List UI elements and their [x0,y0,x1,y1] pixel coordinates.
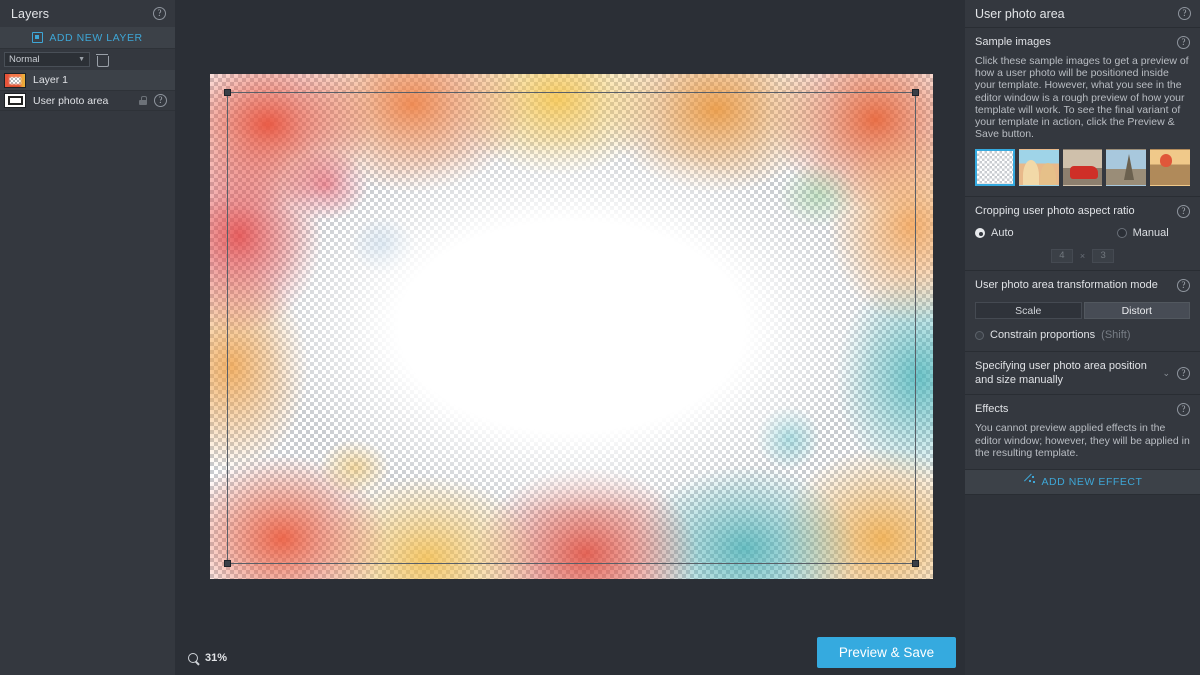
mode-button-scale[interactable]: Scale [975,302,1082,320]
help-icon[interactable]: ? [1177,204,1190,218]
help-icon[interactable]: ? [1178,7,1191,20]
add-new-layer-label: ADD NEW LAYER [49,31,143,44]
section-cropping-aspect-ratio: Cropping user photo aspect ratio ? Auto … [965,196,1200,271]
radio-auto[interactable] [975,228,985,239]
add-new-effect-button[interactable]: ADD NEW EFFECT [965,469,1200,495]
section-header: Sample images ? [975,35,1190,49]
artboard[interactable] [210,74,933,579]
layer-thumbnail [4,93,26,108]
add-layer-icon [32,32,44,43]
layer-row-user-photo-area[interactable]: User photo area ? [0,90,175,110]
section-sample-images: Sample images ? Click these sample image… [965,27,1200,197]
app-root: Layers ? ADD NEW LAYER Normal ▼ Layer 1 … [0,0,1200,675]
layer-thumbnail [4,72,26,88]
effects-description: You cannot preview applied effects in th… [975,422,1190,459]
mode-button-distort[interactable]: Distort [1083,302,1190,320]
sample-thumb-transparent[interactable] [975,149,1015,187]
ratio-separator: × [1079,251,1086,262]
properties-panel-title: User photo area [975,6,1065,21]
properties-panel: User photo area ? Sample images ? Click … [965,0,1200,675]
section-effects: Effects ? You cannot preview applied eff… [965,394,1200,470]
sample-image-thumbnails [975,149,1190,187]
section-manual-position[interactable]: Specifying user photo area position and … [965,351,1200,395]
transformation-mode-toggle: Scale Distort [975,302,1190,320]
layer-name: User photo area [33,94,109,107]
layer-list: Layer 1 User photo area ? [0,70,175,111]
chevron-down-icon: ▼ [78,56,85,63]
constrain-proportions-checkbox[interactable]: Constrain proportions (Shift) [975,329,1190,341]
radio-manual-label: Manual [1132,227,1169,240]
checkbox-indicator[interactable] [975,330,984,340]
constrain-proportions-hint: (Shift) [1101,329,1131,342]
aspect-ratio-radio-group: Auto Manual [975,227,1190,239]
add-new-effect-label: ADD NEW EFFECT [1041,476,1143,489]
help-icon[interactable]: ? [153,7,166,20]
zoom-indicator[interactable]: 31% [188,652,227,664]
radio-option-auto[interactable]: Auto [975,227,1014,239]
zoom-level-label: 31% [205,652,228,664]
magnifier-icon [188,652,199,664]
layer-row-layer-1[interactable]: Layer 1 [0,70,175,90]
section-header: User photo area transformation mode ? [975,278,1190,292]
section-title: User photo area transformation mode [975,279,1158,292]
help-icon[interactable]: ? [1177,278,1190,292]
sample-thumb-red-car[interactable] [1062,149,1103,187]
section-title: Effects [975,403,1009,416]
blend-mode-row: Normal ▼ [0,49,175,70]
lock-icon[interactable] [139,96,147,105]
help-icon[interactable]: ? [1177,35,1190,49]
radio-manual[interactable] [1116,228,1127,239]
layers-panel-empty-space [0,111,175,675]
properties-panel-empty-space [965,494,1200,675]
section-title: Specifying user photo area position and … [975,360,1147,387]
preview-and-save-button[interactable]: Preview & Save [817,637,956,668]
help-icon[interactable]: ? [154,94,167,107]
radio-auto-label: Auto [991,227,1014,240]
watercolor-frame-artwork [210,74,933,579]
properties-panel-header: User photo area ? [965,0,1200,27]
chevron-down-icon[interactable]: ⌄ [1162,368,1170,378]
magic-wand-icon [1022,476,1035,488]
constrain-proportions-label: Constrain proportions [990,329,1096,342]
sample-thumb-eiffel-tower[interactable] [1106,149,1147,187]
help-icon[interactable]: ? [1177,402,1190,416]
transparent-center-mask [210,74,933,579]
aspect-ratio-inputs: 4 × 3 [975,249,1190,264]
layers-panel: Layers ? ADD NEW LAYER Normal ▼ Layer 1 … [0,0,175,675]
artboard-wrapper[interactable] [210,74,933,579]
layers-panel-header: Layers ? [0,0,175,27]
sample-images-description: Click these sample images to get a previ… [975,55,1189,141]
add-new-layer-button[interactable]: ADD NEW LAYER [0,27,175,49]
section-title: Sample images [975,36,1051,48]
section-transformation-mode: User photo area transformation mode ? Sc… [965,270,1200,352]
layer-name: Layer 1 [33,74,69,86]
editor-canvas-area[interactable]: 31% Preview & Save [175,0,965,675]
trash-icon[interactable] [95,53,109,67]
ratio-height-input[interactable]: 3 [1092,249,1115,264]
blend-mode-select[interactable]: Normal ▼ [4,52,90,67]
sample-thumb-friends-selfie[interactable] [1019,149,1059,186]
layers-panel-title: Layers [11,6,50,21]
section-title: Cropping user photo aspect ratio [975,205,1135,218]
section-header: Cropping user photo aspect ratio ? [975,204,1190,218]
blend-mode-value: Normal [9,54,40,65]
section-header: Effects ? [975,402,1190,416]
help-icon[interactable]: ? [1177,366,1190,380]
ratio-width-input[interactable]: 4 [1050,249,1073,264]
radio-option-manual[interactable]: Manual [1116,227,1169,240]
section-header[interactable]: Specifying user photo area position and … [975,359,1190,387]
sample-thumb-hot-air-balloon[interactable] [1150,149,1190,187]
